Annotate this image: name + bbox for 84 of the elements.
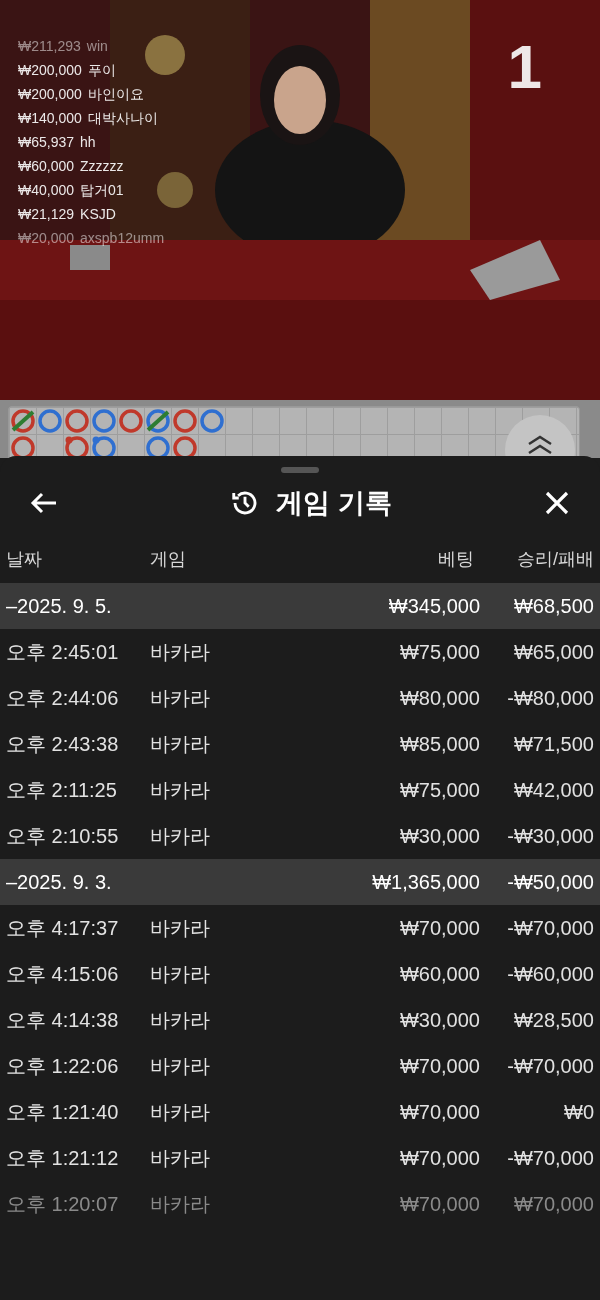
result-cell-text: -₩50,000 — [506, 870, 594, 895]
winner-amount: ₩40,000 — [18, 180, 75, 200]
game-cell-text: 바카라 — [150, 1054, 211, 1079]
drag-handle[interactable] — [281, 467, 319, 473]
result-cell-text: ₩68,500 — [512, 594, 594, 619]
result-cell-text: -₩70,000 — [506, 1054, 594, 1079]
time-cell-text: 오후 2:11:25 — [6, 778, 118, 803]
round-number: 1 — [507, 36, 542, 98]
date-row[interactable]: –2025. 9. 3. ₩1,365,000 -₩50,000 — [0, 859, 600, 905]
bet-cell-text: ₩1,365,000 — [372, 870, 480, 895]
bet-cell-text: ₩75,000 — [398, 778, 480, 803]
winner-name: 탑거01 — [80, 180, 124, 200]
time-cell-text: 오후 2:44:06 — [6, 686, 120, 711]
result-cell-text: ₩71,500 — [512, 732, 594, 757]
time-cell-text: 오후 4:17:37 — [6, 916, 120, 941]
result-cell-text: -₩70,000 — [506, 916, 594, 941]
sheet-title: 게임 기록 — [276, 486, 392, 520]
result-cell-text: -₩30,000 — [506, 824, 594, 849]
winner-name: hh — [80, 132, 96, 152]
winner-amount: ₩65,937 — [18, 132, 75, 152]
time-cell-text: 오후 1:22:06 — [6, 1054, 120, 1079]
winner-amount: ₩60,000 — [18, 156, 75, 176]
bet-cell-text: ₩85,000 — [398, 732, 480, 757]
bet-cell-text: ₩75,000 — [398, 640, 480, 665]
result-cell-text: ₩42,000 — [512, 778, 594, 803]
result-cell-text: ₩70,000 — [512, 1192, 594, 1217]
time-cell-text: 오후 1:21:12 — [6, 1146, 120, 1171]
time-cell-text: 오후 2:43:38 — [6, 732, 120, 757]
time-cell-text: 오후 4:15:06 — [6, 962, 120, 987]
result-cell-text: -₩60,000 — [506, 962, 594, 987]
column-header: 승리/패배 — [516, 547, 594, 571]
bet-cell-text: ₩30,000 — [398, 1008, 480, 1033]
winner-amount: ₩140,000 — [18, 108, 82, 128]
time-cell-text: 오후 2:45:01 — [6, 640, 120, 665]
result-cell-text: ₩65,000 — [512, 640, 594, 665]
date-cell-text: –2025. 9. 3. — [6, 870, 113, 895]
game-cell-text: 바카라 — [150, 1100, 211, 1125]
column-header: 게임 — [150, 547, 187, 571]
column-header: 베팅 — [437, 547, 474, 571]
game-cell-text: 바카라 — [150, 1008, 211, 1033]
game-cell-text: 바카라 — [150, 916, 211, 941]
game-cell-text: 바카라 — [150, 1146, 211, 1171]
bet-cell-text: ₩30,000 — [398, 824, 480, 849]
time-cell-text: 오후 2:10:55 — [6, 824, 120, 849]
game-cell-text: 바카라 — [150, 686, 211, 711]
close-icon[interactable] — [544, 490, 570, 516]
game-cell-text: 바카라 — [150, 962, 211, 987]
winner-amount: ₩21,129 — [18, 204, 75, 224]
bet-cell-text: ₩70,000 — [398, 916, 480, 941]
winner-amount: ₩211,293 — [18, 36, 81, 56]
winner-amount: ₩20,000 — [18, 228, 75, 248]
date-row[interactable]: –2025. 9. 5. ₩345,000 ₩68,500 — [0, 583, 600, 629]
column-header: 날짜 — [6, 547, 43, 571]
time-cell-text: 오후 1:20:07 — [6, 1192, 120, 1217]
bet-cell-text: ₩70,000 — [398, 1192, 480, 1217]
result-cell-text: -₩70,000 — [506, 1146, 594, 1171]
result-cell-text: ₩28,500 — [512, 1008, 594, 1033]
back-arrow-icon[interactable] — [30, 491, 58, 515]
winner-amount: ₩200,000 — [18, 60, 82, 80]
winner-name: win — [86, 36, 108, 56]
winner-name: 푸이 — [87, 60, 116, 80]
game-cell-text: 바카라 — [150, 824, 211, 849]
time-cell-text: 오후 4:14:38 — [6, 1008, 120, 1033]
game-cell-text: 바카라 — [150, 778, 211, 803]
winner-name: KSJD — [80, 204, 116, 224]
bet-cell-text: ₩60,000 — [398, 962, 480, 987]
winner-name: axspb12umm — [80, 228, 165, 248]
winner-amount: ₩200,000 — [18, 84, 82, 104]
game-cell-text: 바카라 — [150, 640, 211, 665]
bet-cell-text: ₩345,000 — [388, 594, 480, 619]
winner-name: 대박사나이 — [87, 108, 158, 128]
double-chevron-up-icon — [526, 435, 554, 455]
bet-cell-text: ₩80,000 — [398, 686, 480, 711]
result-cell-text: -₩80,000 — [506, 686, 594, 711]
bet-cell-text: ₩70,000 — [398, 1146, 480, 1171]
result-cell-text: ₩0 — [563, 1100, 594, 1125]
game-cell-text: 바카라 — [150, 1192, 211, 1217]
winner-name: Zzzzzz — [80, 156, 124, 176]
game-cell-text: 바카라 — [150, 732, 211, 757]
bet-cell-text: ₩70,000 — [398, 1054, 480, 1079]
bet-cell-text: ₩70,000 — [398, 1100, 480, 1125]
winner-name: 바인이요 — [87, 84, 144, 104]
time-cell-text: 오후 1:21:40 — [6, 1100, 120, 1125]
date-cell-text: –2025. 9. 5. — [6, 594, 113, 619]
